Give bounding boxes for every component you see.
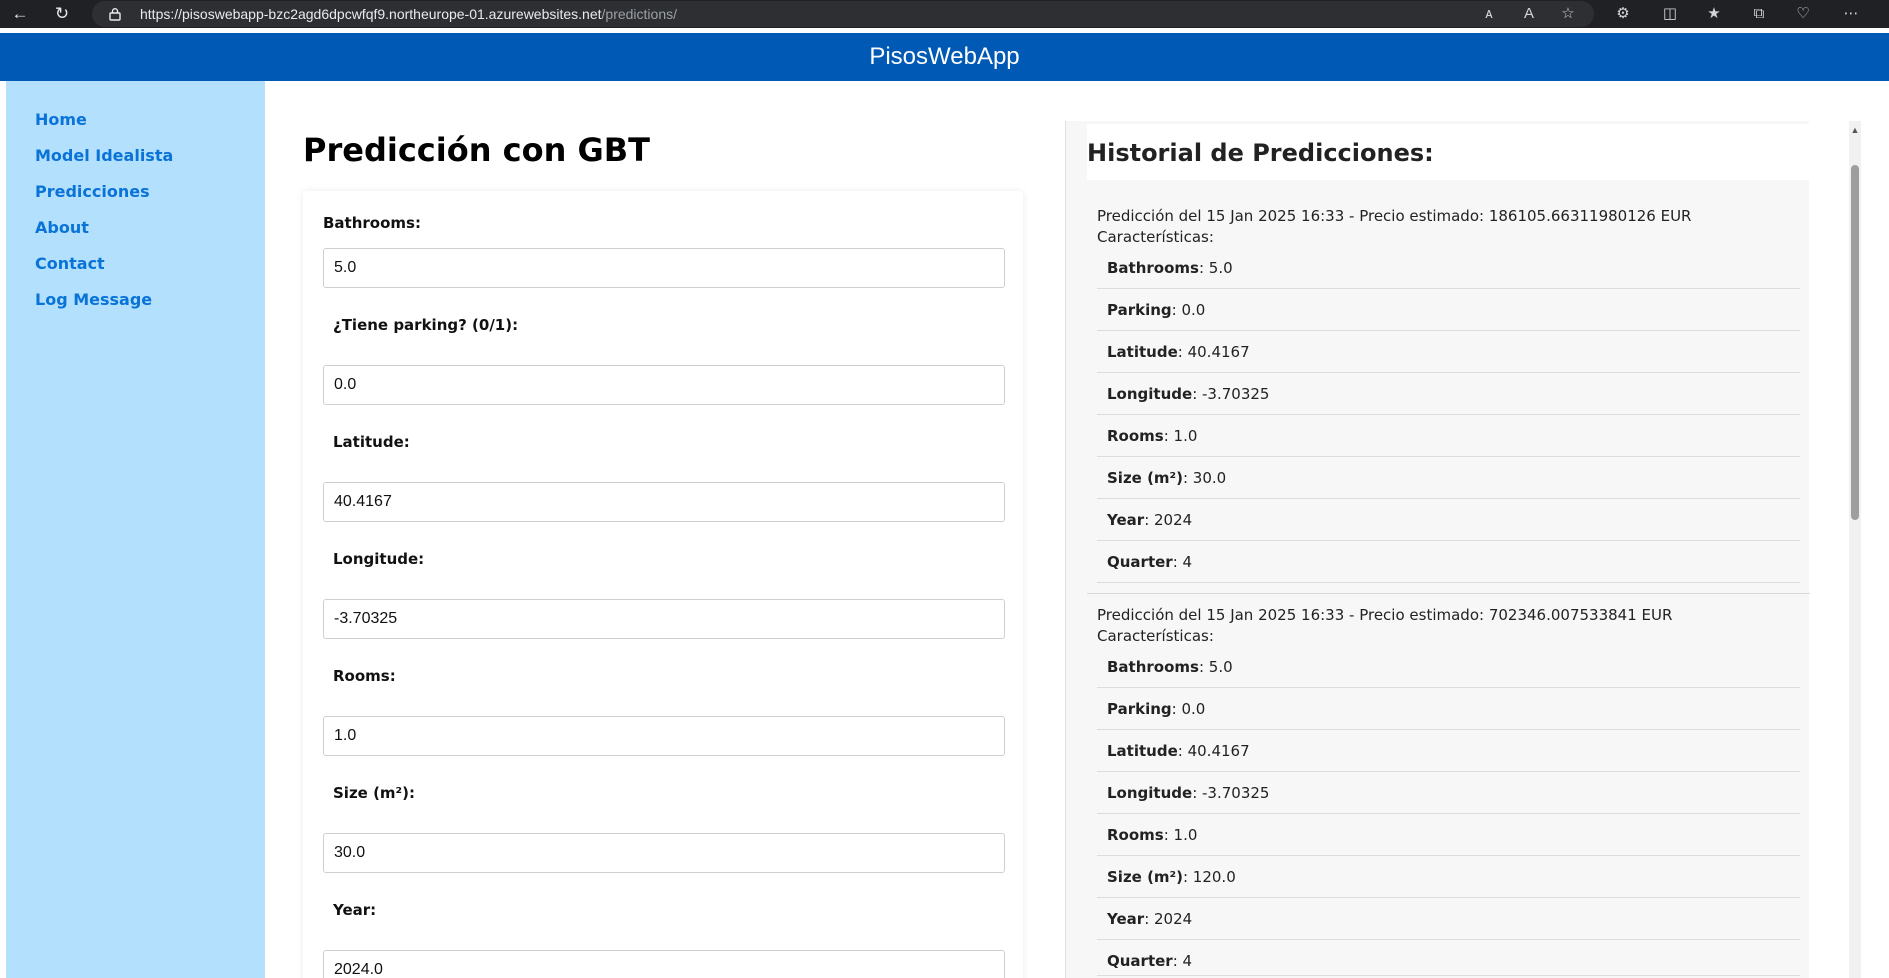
- url-host: https://pisoswebapp-bzc2agd6dpcwfqf9.nor…: [140, 6, 602, 22]
- feature-row: Size (m²): 30.0: [1097, 457, 1800, 499]
- sidebar-item-log-message[interactable]: Log Message: [35, 290, 152, 309]
- feature-name: Latitude: [1107, 343, 1178, 361]
- feature-name: Bathrooms: [1107, 259, 1199, 277]
- bathrooms-input[interactable]: [323, 248, 1005, 288]
- latitude-label: Latitude:: [333, 433, 410, 451]
- address-bar[interactable]: https://pisoswebapp-bzc2agd6dpcwfqf9.nor…: [92, 1, 1594, 27]
- history-title: Historial de Predicciones:: [1087, 139, 1434, 167]
- feature-row: Bathrooms: 5.0: [1097, 646, 1800, 688]
- prediction-entry-header: Predicción del 15 Jan 2025 16:33 - Preci…: [1097, 207, 1692, 225]
- url-path: /predictions/: [601, 6, 677, 22]
- sidebar-item-predicciones[interactable]: Predicciones: [35, 182, 150, 201]
- feature-value: : 2024: [1144, 511, 1193, 529]
- feature-name: Longitude: [1107, 784, 1193, 802]
- feature-row: Longitude: -3.70325: [1097, 373, 1800, 415]
- feature-row: Latitude: 40.4167: [1097, 331, 1800, 373]
- feature-row: Year: 2024: [1097, 499, 1800, 541]
- feature-row: Rooms: 1.0: [1097, 814, 1800, 856]
- feature-name: Year: [1107, 511, 1145, 529]
- latitude-input[interactable]: [323, 482, 1005, 522]
- feature-name: Longitude: [1107, 385, 1193, 403]
- url-text: https://pisoswebapp-bzc2agd6dpcwfqf9.nor…: [140, 6, 677, 22]
- feature-value: : 40.4167: [1177, 742, 1250, 760]
- feature-name: Rooms: [1107, 427, 1164, 445]
- year-label: Year:: [333, 901, 377, 919]
- feature-value: : -3.70325: [1192, 784, 1270, 802]
- sidebar: Home Model Idealista Predicciones About …: [6, 81, 265, 978]
- longitude-input[interactable]: [323, 599, 1005, 639]
- more-menu-icon[interactable]: ⋯: [1840, 3, 1862, 25]
- feature-name: Latitude: [1107, 742, 1178, 760]
- caracteristicas-label: Características:: [1097, 627, 1214, 645]
- caracteristicas-label: Características:: [1097, 228, 1214, 246]
- browser-essentials-icon[interactable]: ♡: [1792, 3, 1814, 25]
- feature-row: Longitude: -3.70325: [1097, 772, 1800, 814]
- feature-row: Latitude: 40.4167: [1097, 730, 1800, 772]
- feature-value: : 0.0: [1171, 301, 1206, 319]
- sidebar-item-model-idealista[interactable]: Model Idealista: [35, 146, 173, 165]
- rooms-label: Rooms:: [333, 667, 396, 685]
- feature-value: : 5.0: [1198, 259, 1233, 277]
- feature-name: Parking: [1107, 301, 1172, 319]
- back-arrow-icon[interactable]: ←: [8, 2, 32, 26]
- favorites-icon[interactable]: ★: [1703, 3, 1725, 25]
- reload-icon[interactable]: ↻: [50, 2, 74, 26]
- size-label: Size (m²):: [333, 784, 415, 802]
- split-screen-icon[interactable]: ◫: [1659, 3, 1681, 25]
- history-panel: Historial de Predicciones: Predicción de…: [1065, 121, 1810, 978]
- feature-value: : 5.0: [1198, 658, 1233, 676]
- feature-value: : 120.0: [1182, 868, 1236, 886]
- translate-icon[interactable]: ᴀ: [1478, 3, 1500, 25]
- feature-value: : 1.0: [1163, 826, 1198, 844]
- feature-value: : 4: [1172, 553, 1193, 571]
- feature-name: Quarter: [1107, 553, 1173, 571]
- parking-label: ¿Tiene parking? (0/1):: [333, 316, 519, 334]
- page-title: Predicción con GBT: [303, 131, 650, 169]
- sidebar-item-home[interactable]: Home: [35, 110, 87, 129]
- prediction-entry-header: Predicción del 15 Jan 2025 16:33 - Preci…: [1097, 606, 1673, 624]
- lock-icon: [109, 8, 121, 21]
- feature-value: : 4: [1172, 952, 1193, 970]
- feature-row: Bathrooms: 5.0: [1097, 247, 1800, 289]
- collections-icon[interactable]: ⧉: [1748, 3, 1770, 25]
- parking-input[interactable]: [323, 365, 1005, 405]
- app-header: PisosWebApp: [0, 33, 1889, 81]
- feature-row: Parking: 0.0: [1097, 688, 1800, 730]
- scrollbar-thumb[interactable]: [1851, 165, 1859, 520]
- longitude-label: Longitude:: [333, 550, 425, 568]
- feature-name: Size (m²): [1107, 868, 1183, 886]
- main-content: Predicción con GBT Bathrooms: ¿Tiene par…: [265, 81, 1065, 978]
- feature-value: : 40.4167: [1177, 343, 1250, 361]
- browser-toolbar: ← ↻ https://pisoswebapp-bzc2agd6dpcwfqf9…: [0, 0, 1889, 28]
- extensions-icon[interactable]: ⚙: [1612, 3, 1634, 25]
- feature-row: Quarter: 4: [1097, 940, 1800, 976]
- feature-row: Quarter: 4: [1097, 541, 1800, 583]
- feature-name: Year: [1107, 910, 1145, 928]
- feature-row: Rooms: 1.0: [1097, 415, 1800, 457]
- feature-value: : 2024: [1144, 910, 1193, 928]
- feature-row: Year: 2024: [1097, 898, 1800, 940]
- entry-divider: [1087, 593, 1810, 594]
- feature-name: Parking: [1107, 700, 1172, 718]
- feature-value: : -3.70325: [1192, 385, 1270, 403]
- feature-value: : 0.0: [1171, 700, 1206, 718]
- feature-value: : 30.0: [1182, 469, 1227, 487]
- feature-row: Size (m²): 120.0: [1097, 856, 1800, 898]
- feature-name: Size (m²): [1107, 469, 1183, 487]
- feature-name: Rooms: [1107, 826, 1164, 844]
- read-aloud-icon[interactable]: A: [1518, 3, 1540, 25]
- sidebar-item-about[interactable]: About: [35, 218, 89, 237]
- scroll-up-arrow-icon[interactable]: ▲: [1849, 125, 1861, 135]
- rooms-input[interactable]: [323, 716, 1005, 756]
- feature-name: Bathrooms: [1107, 658, 1199, 676]
- sidebar-item-contact[interactable]: Contact: [35, 254, 105, 273]
- feature-name: Quarter: [1107, 952, 1173, 970]
- year-input[interactable]: [323, 950, 1005, 978]
- bathrooms-label: Bathrooms:: [323, 214, 421, 232]
- favorite-star-icon[interactable]: ☆: [1557, 3, 1579, 25]
- feature-value: : 1.0: [1163, 427, 1198, 445]
- size-input[interactable]: [323, 833, 1005, 873]
- feature-row: Parking: 0.0: [1097, 289, 1800, 331]
- brand-title[interactable]: PisosWebApp: [0, 43, 1889, 71]
